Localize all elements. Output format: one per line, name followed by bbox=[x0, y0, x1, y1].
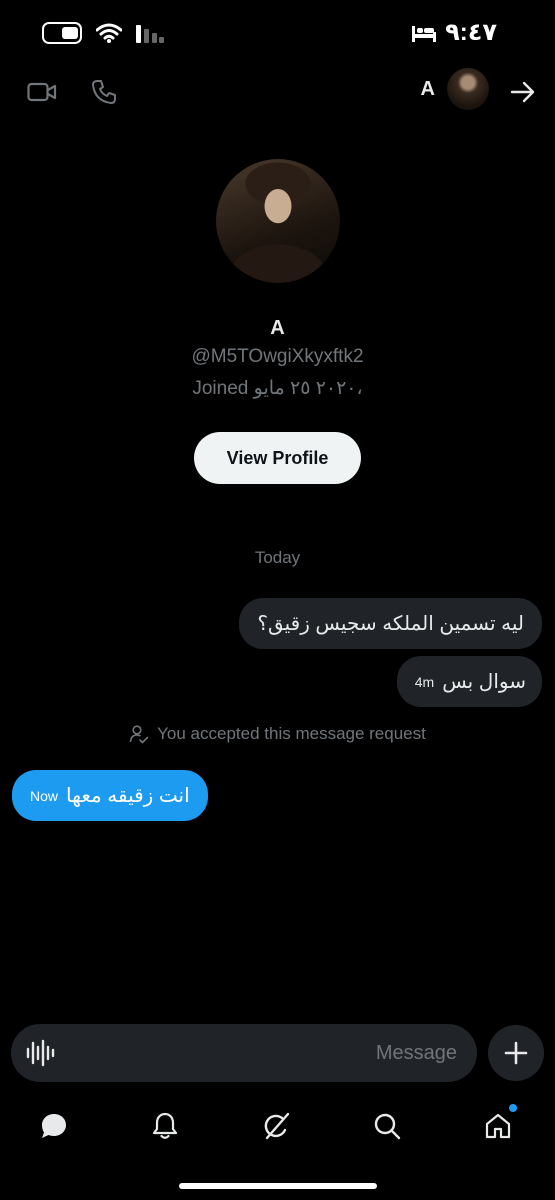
grok-icon bbox=[264, 1112, 290, 1140]
add-attachment-button[interactable] bbox=[488, 1025, 544, 1081]
nav-notifications[interactable] bbox=[147, 1108, 183, 1144]
header-contact-name[interactable]: A bbox=[421, 78, 435, 101]
wifi-icon bbox=[96, 23, 122, 43]
message-request-note: You accepted this message request bbox=[0, 724, 555, 744]
message-text: سوال بس bbox=[442, 671, 526, 693]
view-profile-button[interactable]: View Profile bbox=[194, 432, 361, 484]
request-note-text: You accepted this message request bbox=[157, 724, 426, 743]
home-icon bbox=[485, 1113, 511, 1139]
status-left bbox=[42, 22, 164, 44]
message-timestamp: 4m bbox=[414, 673, 435, 690]
notifications-icon bbox=[152, 1112, 178, 1139]
profile-handle: @M5TOwgiXkyxftk2 bbox=[191, 346, 364, 367]
nav-messages[interactable] bbox=[36, 1108, 72, 1144]
message-text: ليه تسمين الملكه سجيس زقيق؟ bbox=[257, 613, 524, 635]
conversation-header: A bbox=[0, 64, 555, 120]
message-timestamp: Now bbox=[30, 787, 59, 804]
nav-home[interactable] bbox=[480, 1104, 517, 1144]
search-icon bbox=[374, 1113, 401, 1140]
date-separator: Today bbox=[254, 548, 301, 567]
status-bar: ٩:٤٧ bbox=[0, 0, 555, 64]
voice-message-icon[interactable] bbox=[25, 1039, 55, 1067]
phone-call-button[interactable] bbox=[86, 74, 122, 110]
messages-icon bbox=[42, 1114, 66, 1138]
home-indicator bbox=[179, 1183, 377, 1189]
message-bubble-sent[interactable]: Now انت زقيقه معها bbox=[12, 770, 208, 821]
profile-name: A bbox=[270, 317, 285, 339]
message-bubble-received[interactable]: 4m سوال بس bbox=[396, 656, 542, 707]
message-input[interactable] bbox=[71, 1024, 457, 1082]
message-composer bbox=[11, 1024, 477, 1082]
battery-icon bbox=[42, 22, 82, 44]
person-check-icon bbox=[129, 725, 149, 744]
forward-arrow-icon bbox=[510, 81, 535, 103]
notification-dot bbox=[509, 1104, 517, 1112]
status-right: ٩:٤٧ bbox=[411, 18, 497, 47]
avatar[interactable] bbox=[447, 68, 489, 110]
nav-grok[interactable] bbox=[258, 1108, 294, 1144]
video-call-icon bbox=[27, 82, 57, 102]
phone-icon bbox=[92, 80, 116, 104]
nav-search[interactable] bbox=[369, 1108, 405, 1144]
bed-icon bbox=[412, 25, 437, 42]
bottom-navigation bbox=[0, 1100, 555, 1160]
profile-avatar[interactable] bbox=[216, 159, 340, 283]
video-call-button[interactable] bbox=[24, 74, 60, 110]
status-time: ٩:٤٧ bbox=[445, 19, 497, 46]
signal-icon bbox=[136, 25, 164, 43]
back-button[interactable] bbox=[505, 74, 541, 110]
plus-icon bbox=[504, 1041, 528, 1065]
message-text: انت زقيقه معها bbox=[66, 785, 190, 807]
profile-joined-date: Joined ٢٠٢٠ ٢٥ مايو، bbox=[192, 378, 363, 399]
message-bubble-received[interactable]: ليه تسمين الملكه سجيس زقيق؟ bbox=[239, 598, 542, 649]
